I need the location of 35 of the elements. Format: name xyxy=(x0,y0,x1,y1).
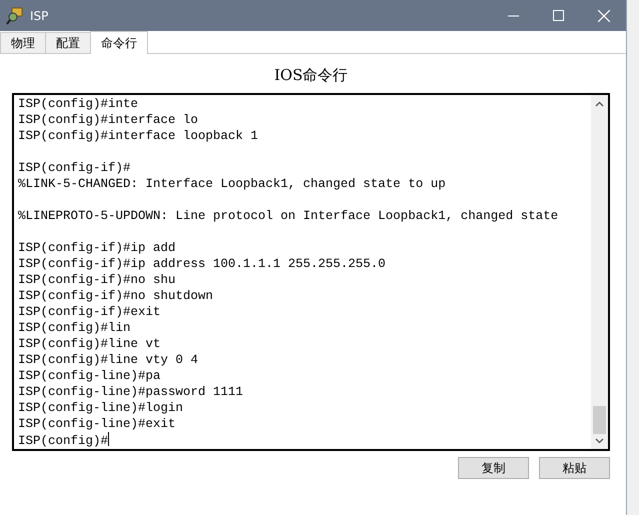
app-icon xyxy=(6,6,24,24)
window-title: ISP xyxy=(30,8,50,22)
tab[interactable]: 配置 xyxy=(45,32,91,54)
console-line: ISP(config-if)#no shutdown xyxy=(18,288,214,304)
scrollbar[interactable] xyxy=(591,95,608,449)
scroll-down-icon[interactable] xyxy=(595,438,604,444)
console-line: ISP(config-line)#pa xyxy=(18,368,162,384)
console-line: ISP(config-line)#login xyxy=(18,400,184,416)
console-line: %LINK-5-CHANGED: Interface Loopback1, changed state to up xyxy=(18,176,447,192)
console-prompt: ISP(config)# xyxy=(18,434,108,448)
tab[interactable]: 命令行 xyxy=(90,31,148,54)
console-line: ISP(config-if)# xyxy=(18,160,132,176)
close-icon[interactable] xyxy=(598,10,610,22)
console-line: ISP(config-line)#exit xyxy=(18,416,177,432)
paste-button[interactable]: 粘贴 xyxy=(539,457,610,479)
copy-button[interactable]: 复制 xyxy=(458,457,529,479)
tab[interactable]: 物理 xyxy=(0,32,46,54)
console-line: ISP(config)#interface loopback 1 xyxy=(18,128,260,144)
console-line: ISP(config-if)#ip address 100.1.1.1 255.255.255.0 xyxy=(18,256,387,272)
console-line: ISP(config-if)#no shu xyxy=(18,272,177,288)
console-line: ISP(config)#line vty 0 4 xyxy=(18,352,200,368)
terminal-console[interactable] xyxy=(12,93,610,451)
console-line: ISP(config-if)#exit xyxy=(18,304,162,320)
console-line: ISP(config)#lin xyxy=(18,320,132,336)
panel-heading: IOS命令行 xyxy=(274,65,348,86)
console-line: ISP(config-line)#password 1111 xyxy=(18,384,244,400)
scroll-up-icon[interactable] xyxy=(595,101,604,107)
console-line: ISP(config-if)#ip add xyxy=(18,240,177,256)
maximize-icon[interactable] xyxy=(553,10,564,21)
console-line: %LINEPROTO-5-UPDOWN: Line protocol on Interface Loopback1, changed state xyxy=(18,208,560,224)
scroll-thumb[interactable] xyxy=(593,406,606,434)
console-line: ISP(config)#interface lo xyxy=(18,112,200,128)
console-line: ISP(config)#line vt xyxy=(18,336,162,352)
console-line: ISP(config)#inte xyxy=(18,96,140,112)
text-cursor xyxy=(108,432,110,446)
